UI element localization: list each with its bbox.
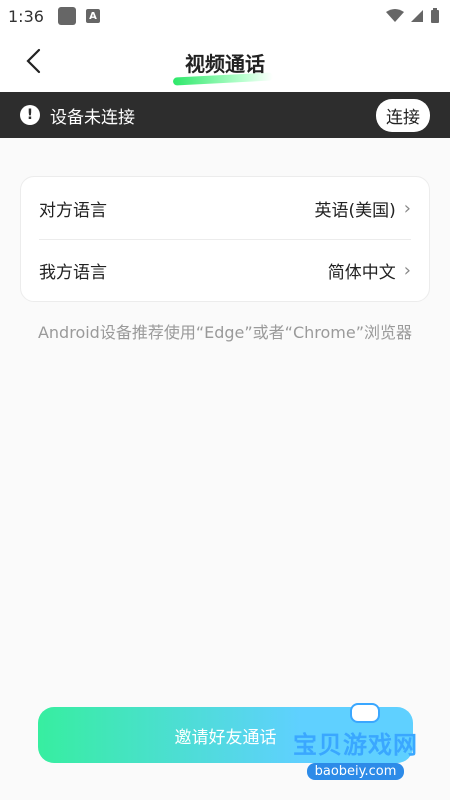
page-title: 视频通话 (185, 51, 265, 76)
my-language-value: 简体中文 (327, 263, 396, 283)
device-status-banner: ! 设备未连接 连接 (0, 92, 450, 138)
signal-icon (411, 10, 423, 22)
row-my-language[interactable]: 我方语言 简体中文 › (39, 239, 411, 301)
info-icon: ! (20, 105, 40, 125)
header: 视频通话 (0, 32, 450, 92)
chevron-right-icon: › (403, 260, 411, 281)
a-notification-icon: A (85, 9, 100, 23)
wifi-icon (386, 9, 404, 22)
watermark-subtitle: baobeiy.com (306, 763, 405, 780)
remote-language-label: 对方语言 (39, 200, 107, 221)
language-settings-card: 对方语言 英语(美国) › 我方语言 简体中文 › (20, 176, 430, 302)
row-remote-language[interactable]: 对方语言 英语(美国) › (39, 177, 411, 239)
remote-language-value: 英语(美国) (314, 200, 396, 221)
battery-icon (431, 8, 439, 23)
app-notification-icon (57, 7, 76, 25)
connect-button[interactable]: 连接 (376, 98, 430, 132)
invite-friend-label: 邀请好友通话 (174, 727, 277, 748)
status-icons (386, 8, 440, 24)
device-status-text: 设备未连接 (50, 107, 135, 128)
status-bar: 1:36 A (0, 0, 450, 32)
my-language-label: 我方语言 (39, 263, 107, 283)
invite-friend-button[interactable]: 邀请好友通话 (38, 707, 413, 763)
status-time: 1:36 (8, 6, 44, 26)
back-button[interactable] (18, 46, 48, 76)
chevron-left-icon (26, 48, 41, 74)
browser-hint: Android设备推荐使用“Edge”或者“Chrome”浏览器 (37, 323, 413, 342)
chevron-right-icon: › (403, 197, 411, 219)
title-wrap: 视频通话 (172, 48, 274, 86)
